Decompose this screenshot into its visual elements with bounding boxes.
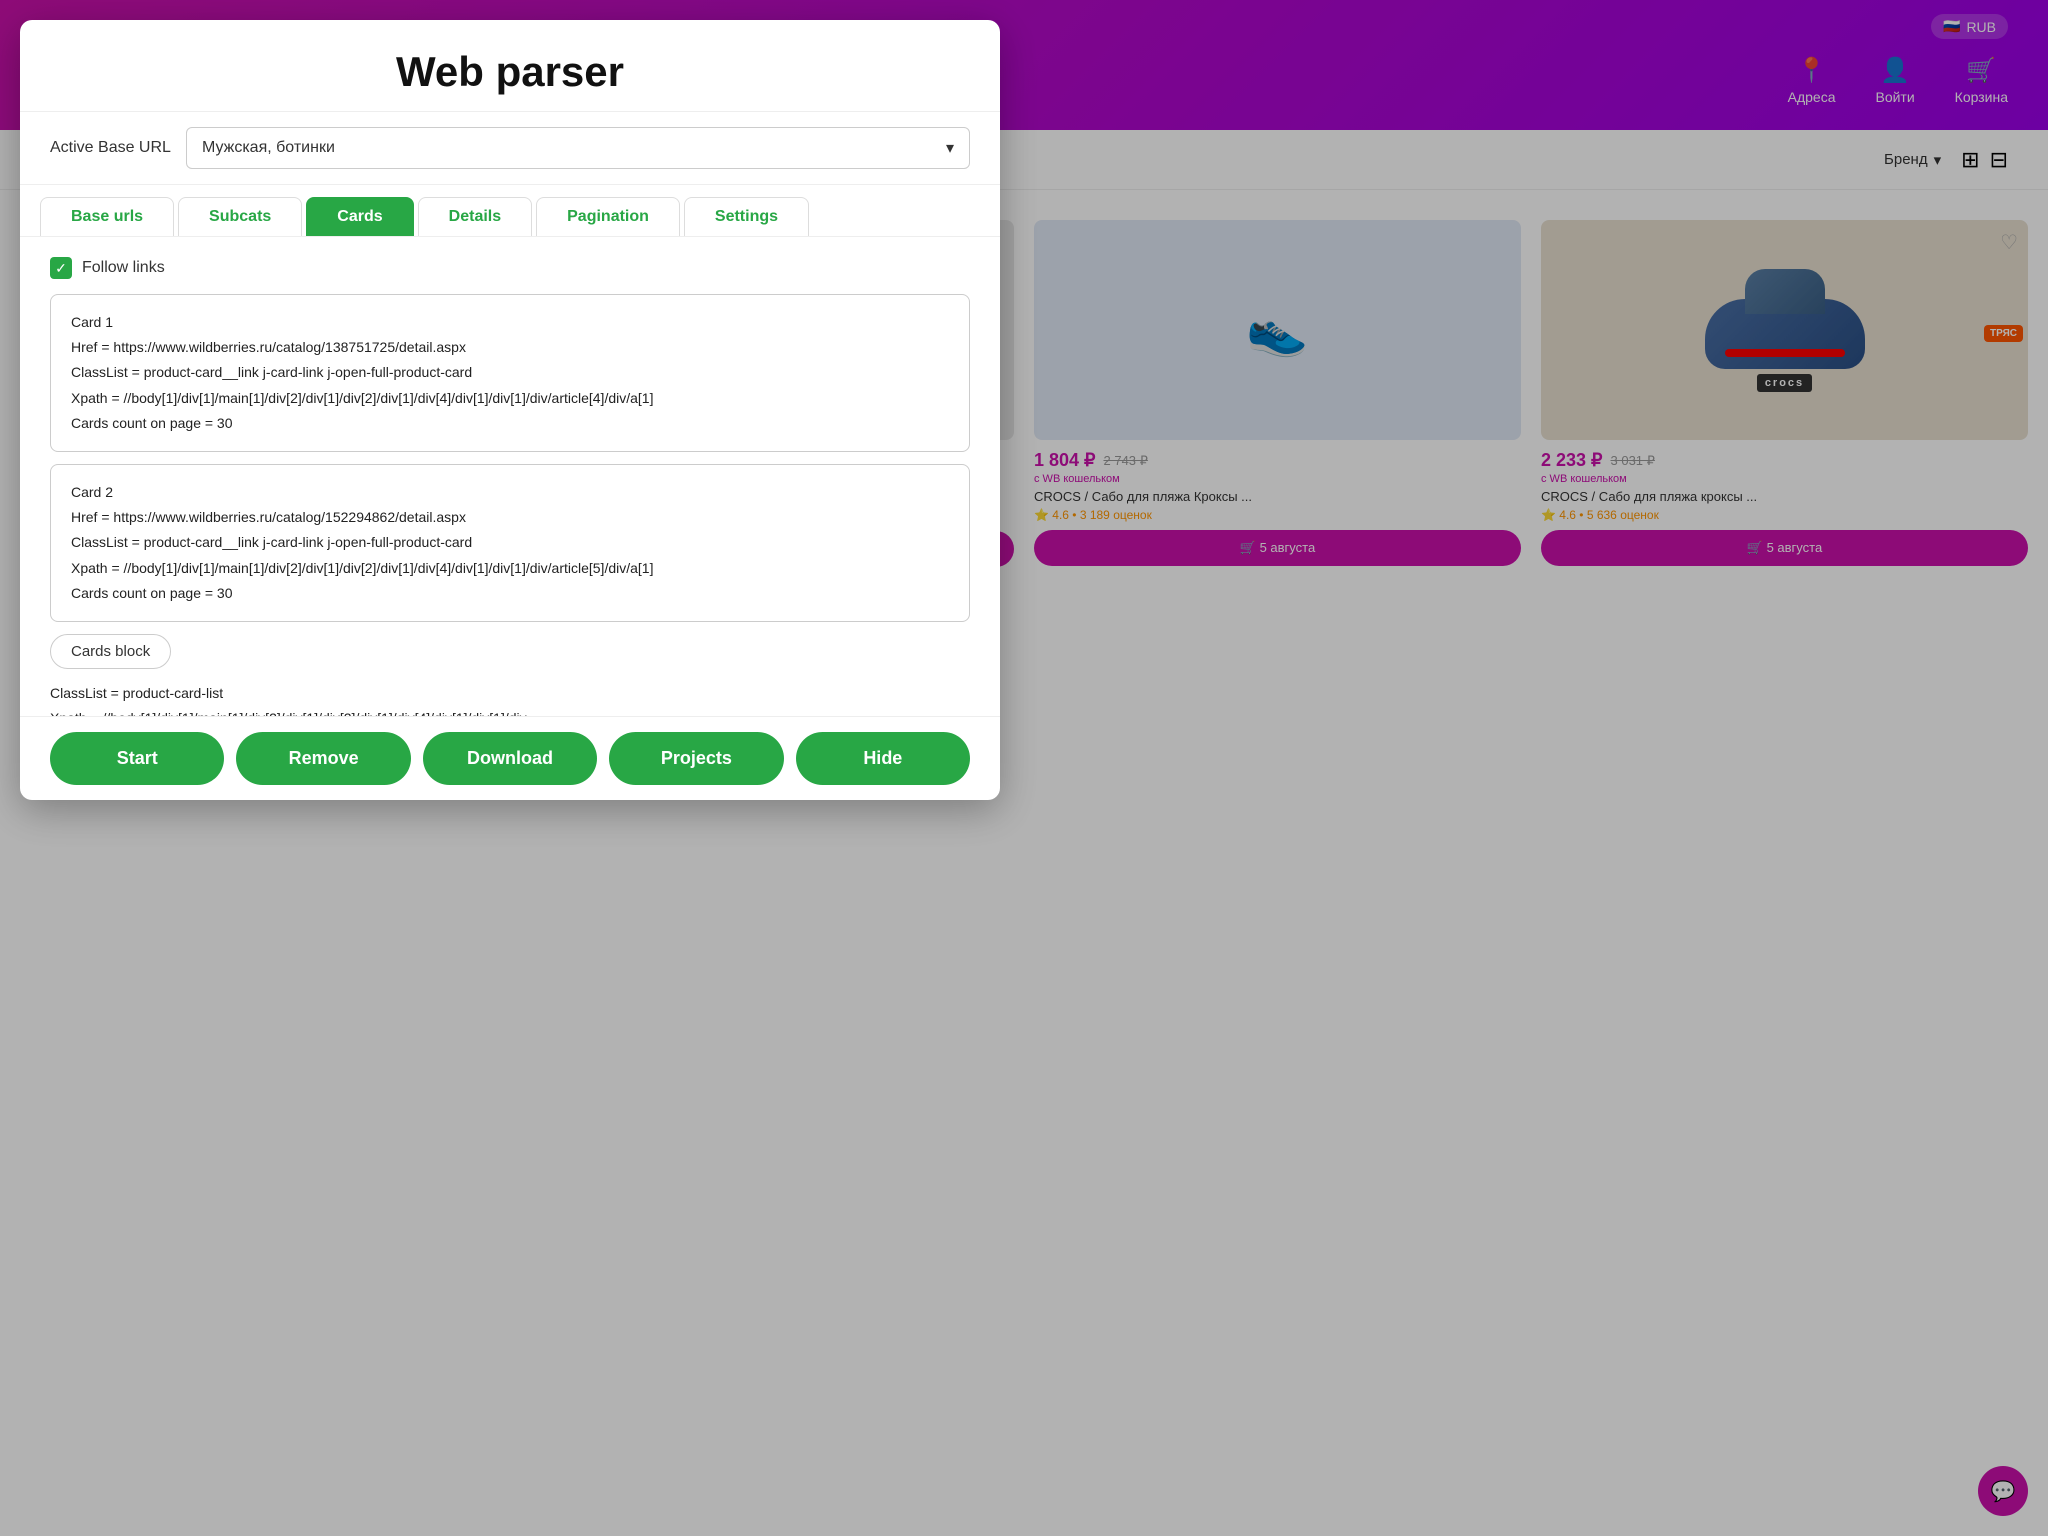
tab-base-urls[interactable]: Base urls: [40, 197, 174, 236]
tab-details[interactable]: Details: [418, 197, 532, 236]
card-1-count: Cards count on page = 30: [71, 411, 949, 436]
url-label: Active Base URL: [50, 139, 171, 157]
cards-block-button[interactable]: Cards block: [50, 634, 171, 669]
follow-links-label: Follow links: [82, 259, 165, 277]
tab-settings[interactable]: Settings: [684, 197, 809, 236]
remove-button[interactable]: Remove: [236, 732, 410, 785]
modal-header: Web parser: [20, 20, 1000, 112]
card-2-info: Card 2 Href = https://www.wildberries.ru…: [50, 464, 970, 622]
download-button[interactable]: Download: [423, 732, 597, 785]
card-1-classlist: ClassList = product-card__link j-card-li…: [71, 360, 949, 385]
modal-overlay: Web parser Active Base URL Мужская, боти…: [0, 0, 2048, 1536]
card-1-title: Card 1: [71, 310, 949, 335]
tabs-bar: Base urls Subcats Cards Details Paginati…: [20, 185, 1000, 237]
modal-footer: Start Remove Download Projects Hide: [20, 716, 1000, 800]
block-xpath: Xpath = //body[1]/div[1]/main[1]/div[2]/…: [50, 706, 970, 716]
modal-title: Web parser: [40, 48, 980, 96]
card-2-href: Href = https://www.wildberries.ru/catalo…: [71, 505, 949, 530]
start-button[interactable]: Start: [50, 732, 224, 785]
card-2-title: Card 2: [71, 480, 949, 505]
hide-button[interactable]: Hide: [796, 732, 970, 785]
block-classlist: ClassList = product-card-list: [50, 681, 970, 706]
projects-button[interactable]: Projects: [609, 732, 783, 785]
url-row: Active Base URL Мужская, ботинки ▾: [20, 112, 1000, 185]
tab-subcats[interactable]: Subcats: [178, 197, 302, 236]
modal-content: ✓ Follow links Card 1 Href = https://www…: [20, 237, 1000, 716]
card-1-href: Href = https://www.wildberries.ru/catalo…: [71, 335, 949, 360]
url-select-value: Мужская, ботинки: [202, 139, 335, 157]
cards-block-info: ClassList = product-card-list Xpath = //…: [50, 681, 970, 716]
web-parser-modal: Web parser Active Base URL Мужская, боти…: [20, 20, 1000, 800]
follow-links-row: ✓ Follow links: [50, 257, 970, 279]
dropdown-icon: ▾: [946, 138, 954, 158]
card-2-classlist: ClassList = product-card__link j-card-li…: [71, 530, 949, 555]
card-1-info: Card 1 Href = https://www.wildberries.ru…: [50, 294, 970, 452]
card-1-xpath: Xpath = //body[1]/div[1]/main[1]/div[2]/…: [71, 386, 949, 411]
tab-cards[interactable]: Cards: [306, 197, 413, 236]
card-2-count: Cards count on page = 30: [71, 581, 949, 606]
card-2-xpath: Xpath = //body[1]/div[1]/main[1]/div[2]/…: [71, 556, 949, 581]
follow-links-checkbox[interactable]: ✓: [50, 257, 72, 279]
tab-pagination[interactable]: Pagination: [536, 197, 680, 236]
url-select[interactable]: Мужская, ботинки ▾: [186, 127, 970, 169]
